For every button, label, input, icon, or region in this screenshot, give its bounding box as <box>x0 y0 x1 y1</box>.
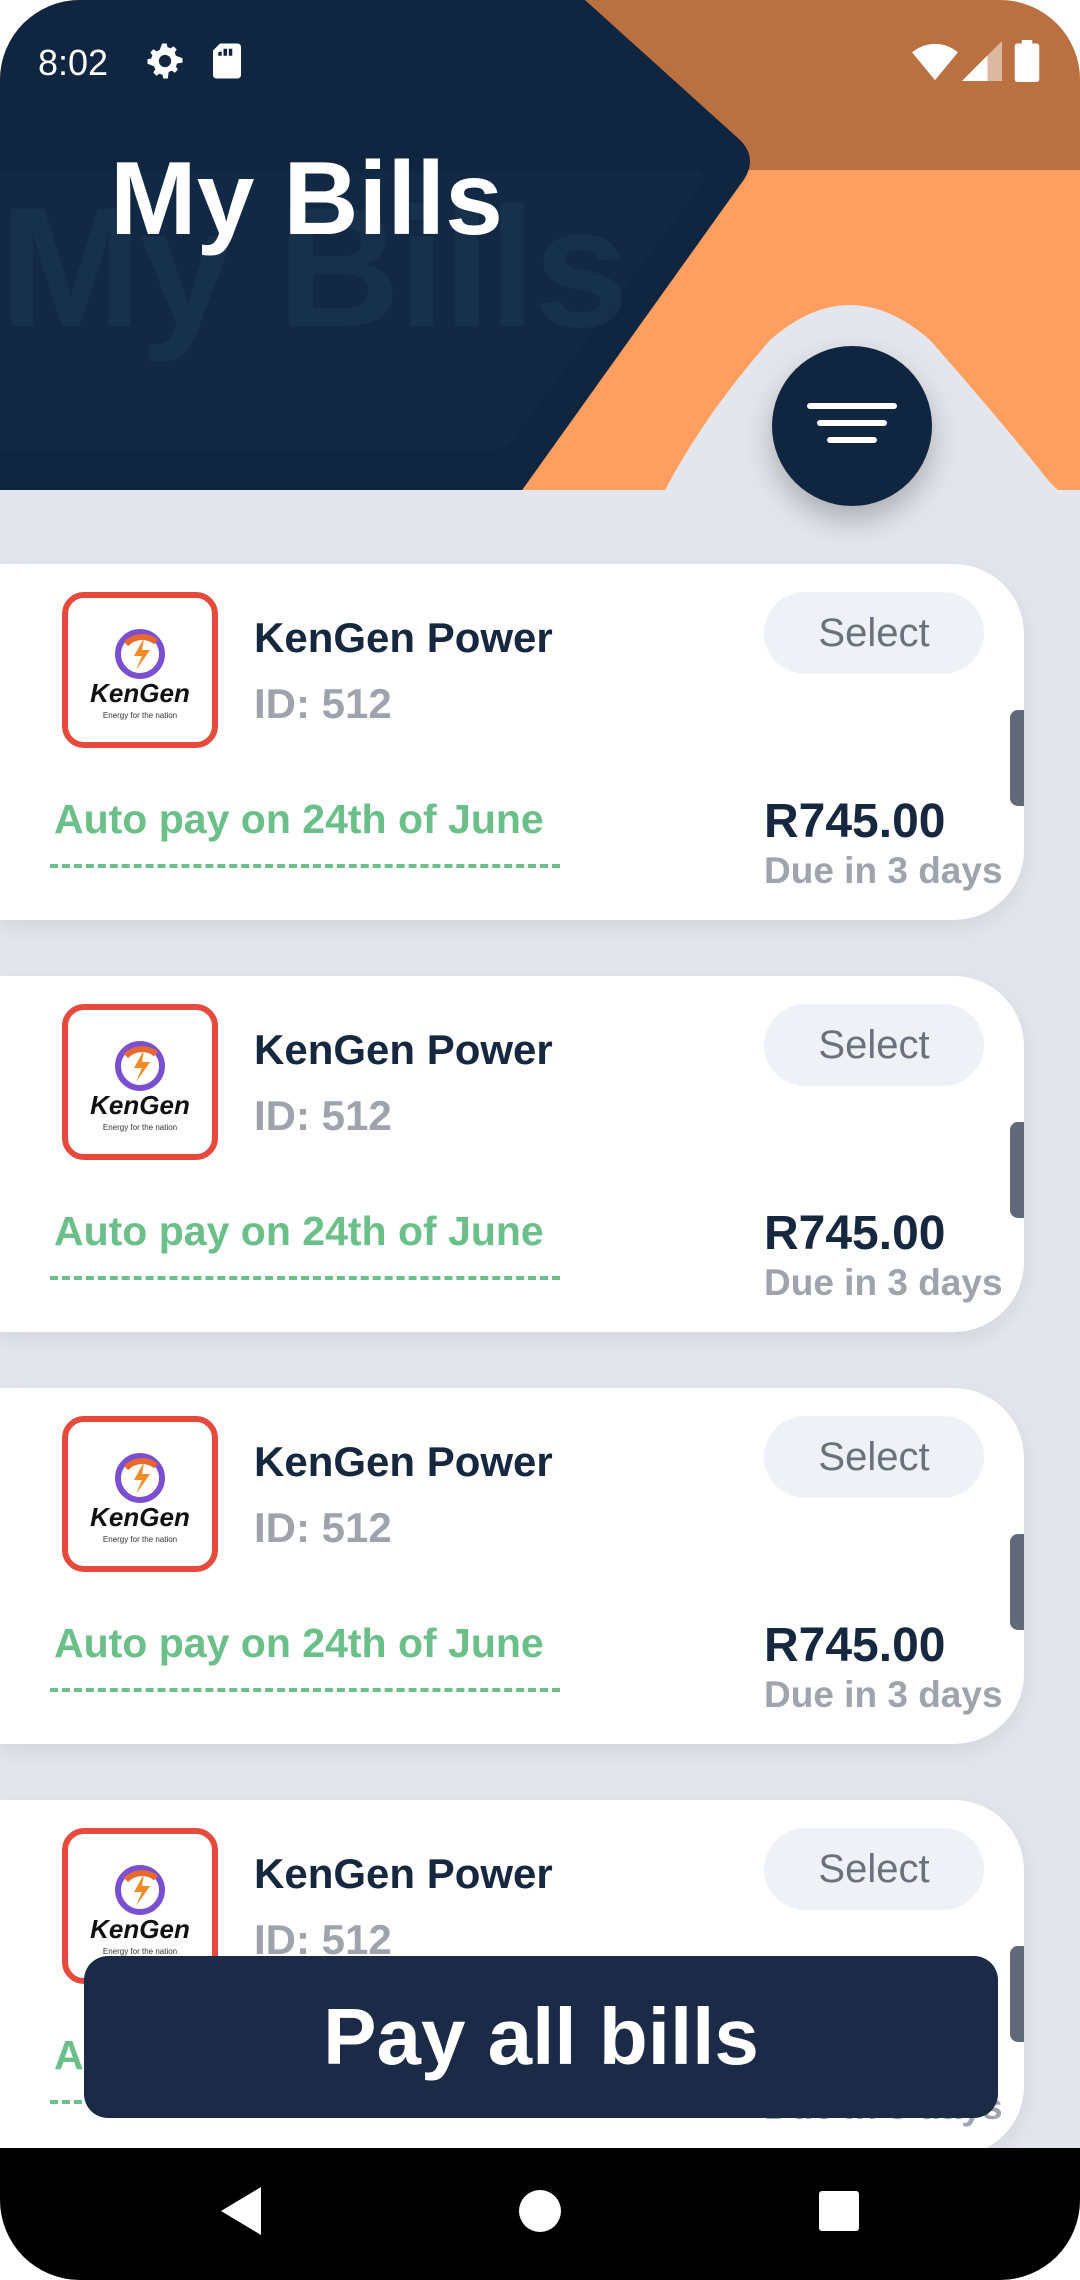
page-title: My Bills <box>110 141 503 257</box>
svg-text:Energy for the nation: Energy for the nation <box>103 1535 177 1544</box>
card-handle[interactable] <box>1010 1946 1024 2042</box>
filter-menu-button[interactable] <box>772 346 932 506</box>
bill-amount: R745.00 <box>764 1207 946 1260</box>
bill-id: ID: 512 <box>254 680 392 727</box>
recents-button[interactable] <box>794 2168 884 2258</box>
back-button[interactable] <box>196 2168 286 2258</box>
card-handle[interactable] <box>1010 1534 1024 1630</box>
bill-amount: R745.00 <box>764 1619 946 1672</box>
card-handle[interactable] <box>1010 1122 1024 1218</box>
navigation-bar <box>0 2148 1080 2280</box>
sd-card-icon <box>206 40 248 82</box>
svg-text:KenGen: KenGen <box>90 678 190 708</box>
home-button[interactable] <box>495 2168 585 2258</box>
autopay-link[interactable]: Auto pay on 24th of June <box>54 1620 544 1667</box>
svg-text:KenGen: KenGen <box>90 1914 190 1944</box>
home-circle-icon <box>517 2188 563 2238</box>
company-name: KenGen Power <box>254 1438 553 1485</box>
bill-card[interactable]: KenGen Energy for the nation KenGen Power I… <box>0 564 1024 920</box>
svg-text:KenGen: KenGen <box>90 1090 190 1120</box>
select-button[interactable]: Select <box>764 1416 984 1498</box>
autopay-underline <box>50 1276 560 1280</box>
select-button[interactable]: Select <box>764 1828 984 1910</box>
bill-id: ID: 512 <box>254 1092 392 1139</box>
autopay-underline <box>50 864 560 868</box>
recents-square-icon <box>818 2190 860 2236</box>
select-button[interactable]: Select <box>764 592 984 674</box>
app-screen: 8:02 My Bills My Bills KenGen Energy for… <box>0 0 1080 2280</box>
wifi-icon <box>912 40 958 82</box>
autopay-link[interactable]: Auto pay on 24th of June <box>54 1208 544 1255</box>
filter-menu-icon <box>807 399 897 453</box>
company-logo: KenGen Energy for the nation <box>62 592 218 748</box>
svg-text:Energy for the nation: Energy for the nation <box>103 711 177 720</box>
bill-card[interactable]: KenGen Energy for the nation KenGen Power I… <box>0 1388 1024 1744</box>
back-triangle-icon <box>217 2185 265 2241</box>
due-text: Due in 3 days <box>764 1262 1003 1303</box>
company-logo: KenGen Energy for the nation <box>62 1416 218 1572</box>
pay-all-bills-button[interactable]: Pay all bills <box>84 1956 998 2118</box>
svg-text:Energy for the nation: Energy for the nation <box>103 1123 177 1132</box>
bill-amount: R745.00 <box>764 795 946 848</box>
select-button[interactable]: Select <box>764 1004 984 1086</box>
gear-icon <box>144 40 186 82</box>
bill-id: ID: 512 <box>254 1504 392 1551</box>
company-name: KenGen Power <box>254 1026 553 1073</box>
autopay-link[interactable]: Auto pay on 24th of June <box>54 796 544 843</box>
cell-signal-icon <box>962 40 1004 82</box>
company-logo: KenGen Energy for the nation <box>62 1004 218 1160</box>
due-text: Due in 3 days <box>764 1674 1003 1715</box>
company-name: KenGen Power <box>254 1850 553 1897</box>
autopay-underline <box>50 1688 560 1692</box>
company-name: KenGen Power <box>254 614 553 661</box>
svg-text:KenGen: KenGen <box>90 1502 190 1532</box>
card-handle[interactable] <box>1010 710 1024 806</box>
status-time: 8:02 <box>38 42 109 83</box>
status-bar: 8:02 <box>0 0 1080 140</box>
battery-icon <box>1014 40 1044 82</box>
svg-text:Energy for the nation: Energy for the nation <box>103 1947 177 1956</box>
due-text: Due in 3 days <box>764 850 1003 891</box>
bill-card[interactable]: KenGen Energy for the nation KenGen Power I… <box>0 976 1024 1332</box>
